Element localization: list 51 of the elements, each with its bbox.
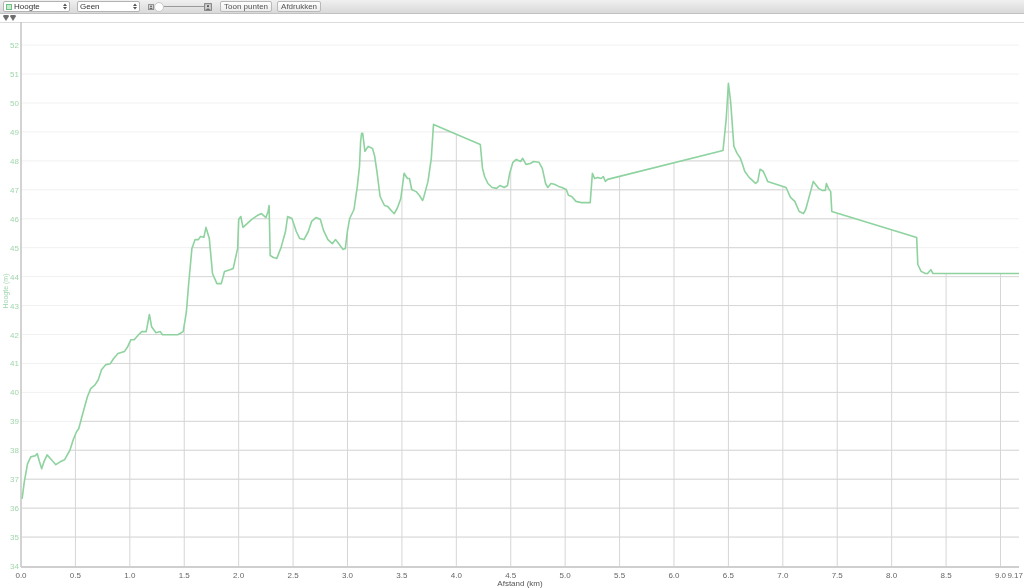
x-tick-label: 5.5 bbox=[614, 571, 626, 580]
y-tick-label: 43 bbox=[10, 301, 19, 311]
x-tick-label: 4.0 bbox=[450, 571, 462, 580]
x-tick-label: 8.5 bbox=[940, 571, 952, 580]
x-tick-label: 4.5 bbox=[505, 571, 517, 580]
y-tick-label: 35 bbox=[10, 533, 19, 543]
x-tick-label: 3.0 bbox=[341, 571, 354, 580]
x-tick-label: 7.0 bbox=[777, 571, 789, 580]
y-tick-label: 52 bbox=[10, 41, 19, 51]
y-tick-label: 46 bbox=[10, 214, 19, 224]
legend-swatch-icon bbox=[6, 3, 12, 10]
y-tick-label: 42 bbox=[10, 330, 19, 340]
y-tick-label: 37 bbox=[10, 475, 19, 485]
sort-caret-icon bbox=[133, 3, 137, 10]
x-tick-label: 8.0 bbox=[886, 571, 898, 580]
y-tick-label: 45 bbox=[10, 243, 19, 253]
x-tick-label: 9.17 bbox=[1007, 571, 1023, 580]
toolbar-button[interactable]: Afdrukken bbox=[277, 1, 322, 12]
x-tick-label: 1.0 bbox=[124, 571, 136, 580]
x-tick-label: 1.5 bbox=[178, 571, 190, 580]
x-tick-label: 0.0 bbox=[15, 571, 27, 580]
y-tick-label: 48 bbox=[10, 156, 19, 166]
series-select[interactable]: Hoogte bbox=[3, 1, 70, 12]
image-icon[interactable] bbox=[148, 3, 154, 10]
y-tick-label: 50 bbox=[10, 99, 19, 108]
x-tick-label: 0.5 bbox=[69, 571, 81, 580]
y-tick-label: 44 bbox=[10, 272, 19, 282]
x-tick-label: 3.5 bbox=[396, 571, 408, 580]
y-tick-label: 38 bbox=[10, 446, 19, 456]
x-tick-label: 7.5 bbox=[831, 571, 843, 580]
x-tick-label: 6.5 bbox=[722, 571, 734, 580]
x-tick-label: 2.5 bbox=[287, 571, 299, 580]
x-tick-label: 9.0 bbox=[994, 571, 1007, 580]
y-tick-label: 34 bbox=[10, 562, 19, 571]
y-tick-label: 40 bbox=[10, 388, 19, 398]
toolbar-button[interactable]: Toon punten bbox=[220, 1, 273, 12]
y-tick-label: 51 bbox=[10, 70, 19, 80]
zoom-slider[interactable] bbox=[154, 1, 204, 12]
y-tick-label: 49 bbox=[10, 127, 19, 137]
sort-caret-icon bbox=[63, 3, 67, 10]
overlay-select[interactable]: Geen bbox=[77, 1, 140, 12]
x-tick-label: 6.0 bbox=[668, 571, 680, 580]
y-tick-label: 39 bbox=[10, 417, 19, 427]
x-axis-title: Afstand (km) bbox=[497, 579, 543, 588]
image-icon[interactable] bbox=[204, 2, 212, 11]
x-tick-label: 5.0 bbox=[559, 571, 571, 580]
x-tick-label: 2.0 bbox=[233, 571, 245, 580]
y-tick-label: 36 bbox=[10, 504, 19, 514]
y-tick-label: 47 bbox=[10, 185, 19, 195]
slider-thumb[interactable] bbox=[154, 1, 164, 12]
y-tick-label: 41 bbox=[10, 359, 19, 369]
